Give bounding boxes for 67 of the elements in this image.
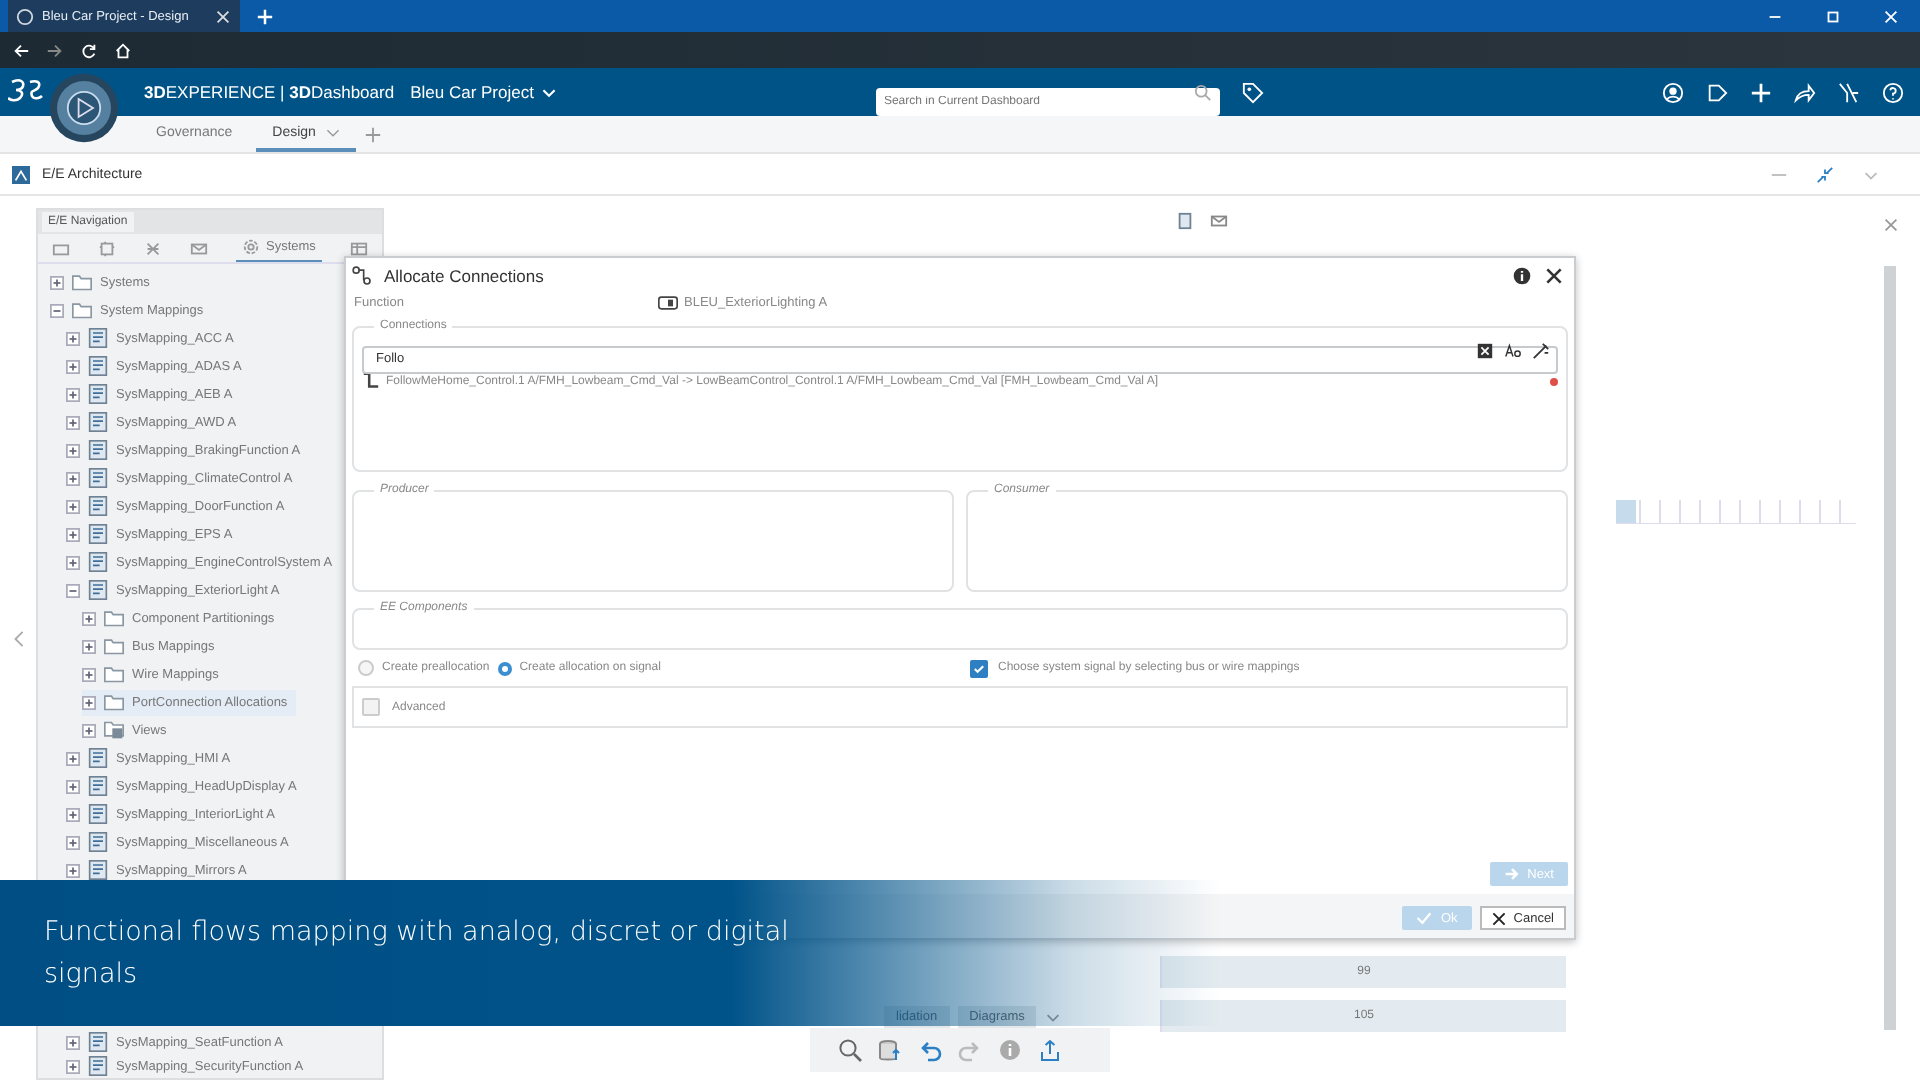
close-icon[interactable] [1544, 265, 1564, 285]
close-icon [1491, 911, 1506, 925]
document-icon [88, 468, 108, 488]
document-icon [88, 384, 108, 404]
arrow-right-icon [1503, 866, 1520, 882]
document-icon [88, 524, 108, 544]
document-icon [88, 496, 108, 516]
user-icon[interactable] [1662, 81, 1684, 103]
gear-icon [242, 238, 260, 256]
info-icon[interactable] [1512, 265, 1532, 285]
checkbox[interactable] [362, 698, 380, 716]
search-icon [1193, 83, 1212, 101]
checkbox[interactable] [970, 659, 988, 677]
document-icon [88, 580, 108, 600]
document-icon [88, 860, 108, 880]
scrollbar[interactable] [1884, 266, 1896, 1030]
app-title: 3DEXPERIENCE | 3DDashboard [144, 82, 395, 102]
reload-icon[interactable] [80, 41, 98, 59]
table-icon[interactable] [349, 239, 368, 257]
wand-icon[interactable] [1532, 341, 1550, 359]
undo-icon[interactable] [918, 1038, 942, 1062]
widget-icon [12, 165, 30, 183]
caret-icon [541, 87, 556, 97]
document-icon [88, 748, 108, 768]
views-icon [104, 720, 124, 740]
logo-icon [8, 76, 48, 108]
envelope-icon[interactable] [190, 239, 208, 257]
document-icon [88, 1056, 108, 1076]
document-icon [88, 440, 108, 460]
search-icon[interactable] [838, 1038, 862, 1062]
add-tab-icon[interactable] [363, 125, 382, 143]
document-icon [88, 776, 108, 796]
check-icon [1416, 910, 1433, 926]
caption-text: Functional flows mapping with analog, discret or digital signals [44, 913, 791, 993]
connection-icon [362, 372, 380, 390]
add-icon[interactable] [1750, 81, 1772, 103]
help-icon[interactable] [1882, 81, 1904, 103]
envelope-icon[interactable] [1210, 212, 1228, 230]
dialog-title: Allocate Connections [384, 265, 544, 285]
radio-button[interactable] [497, 661, 512, 675]
upload-icon[interactable] [1038, 1038, 1062, 1062]
back-icon[interactable] [12, 41, 30, 59]
tag-icon[interactable] [1241, 81, 1264, 103]
connections-icon [352, 265, 372, 285]
close-icon [214, 7, 232, 25]
document-icon [88, 804, 108, 824]
document-icon [88, 328, 108, 348]
match-case-icon[interactable] [1504, 341, 1522, 359]
radio-button[interactable] [358, 660, 374, 676]
project-menu[interactable]: Bleu Car Project [410, 82, 556, 102]
document-icon [88, 552, 108, 572]
chip-icon[interactable] [98, 239, 116, 257]
restore-icon[interactable] [1824, 7, 1842, 25]
collapse-icon[interactable] [1816, 165, 1834, 183]
forward-icon[interactable] [46, 41, 64, 59]
document-icon [88, 356, 108, 376]
home-icon[interactable] [114, 41, 132, 59]
document-icon [88, 832, 108, 852]
chevron-left-icon[interactable] [9, 629, 27, 647]
document-icon [88, 1032, 108, 1052]
caret-icon [325, 127, 340, 137]
new-tab-icon[interactable] [256, 7, 274, 25]
share-icon[interactable] [1794, 81, 1816, 103]
site-icon [16, 7, 34, 25]
document-icon [88, 412, 108, 432]
database-upload-icon[interactable] [878, 1038, 902, 1062]
document-icon[interactable] [1176, 212, 1194, 230]
